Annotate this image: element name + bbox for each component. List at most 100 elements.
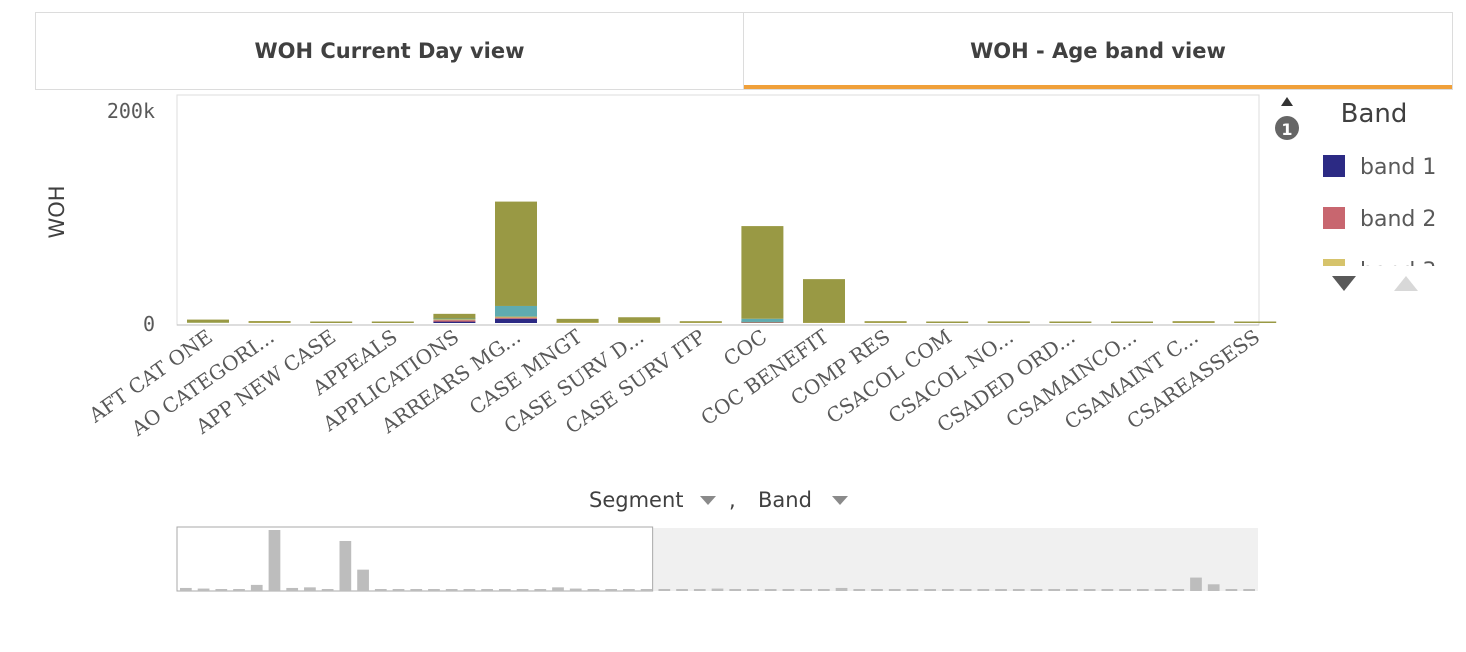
bar-segment[interactable] xyxy=(679,321,722,323)
plot-area xyxy=(176,94,1260,326)
overview-bar xyxy=(1172,589,1185,591)
overview-bar xyxy=(1225,589,1238,591)
bar-segment[interactable] xyxy=(1049,321,1092,324)
overview-bar xyxy=(658,589,671,591)
overview-bar xyxy=(640,589,653,591)
overview-bar xyxy=(995,589,1007,591)
bar-segment[interactable] xyxy=(433,313,476,319)
overview-bar xyxy=(835,587,848,591)
bar-segment[interactable] xyxy=(495,305,537,317)
bar-segment[interactable] xyxy=(741,226,784,319)
overview-bar xyxy=(906,589,919,591)
bar-segment[interactable] xyxy=(864,321,907,323)
overview-bar xyxy=(817,589,830,591)
overview-bar xyxy=(1207,584,1220,591)
overview-bar xyxy=(1190,577,1202,591)
overview-bar xyxy=(1136,589,1149,591)
band-dropdown-icon[interactable] xyxy=(832,496,848,505)
overview-bar xyxy=(392,589,405,591)
overview-bar xyxy=(498,589,511,591)
overview-bar xyxy=(428,589,440,591)
overview-bar xyxy=(1101,589,1114,591)
overview-bar xyxy=(1154,589,1167,591)
legend-scroll-up-arrow-icon[interactable] xyxy=(1394,276,1418,291)
bar-segment[interactable] xyxy=(987,321,1030,323)
bar-segment[interactable] xyxy=(310,321,353,324)
overview-bar xyxy=(1066,589,1078,591)
scrollbar-window[interactable] xyxy=(176,526,654,592)
overview-bar xyxy=(747,589,759,591)
legend-swatch xyxy=(1323,207,1345,229)
bar-segment[interactable] xyxy=(248,321,291,323)
bar-segment[interactable] xyxy=(371,321,414,324)
legend-item-label[interactable]: band 2 xyxy=(1360,207,1436,232)
y-tick-label: 200k xyxy=(107,99,155,123)
overview-bar xyxy=(959,589,972,591)
overview-bar xyxy=(1048,589,1061,591)
overview-bar xyxy=(800,589,812,591)
overview-bar xyxy=(888,589,901,591)
bar-segment[interactable] xyxy=(556,318,599,323)
overview-bar xyxy=(623,589,635,591)
overview-bar xyxy=(1119,589,1131,591)
overview-bar xyxy=(764,589,777,591)
overview-bar xyxy=(1012,589,1025,591)
legend-title: Band xyxy=(1341,99,1408,129)
y-axis-title: WOH xyxy=(45,185,69,238)
legend-scroll-up-icon[interactable] xyxy=(1281,97,1293,106)
segment-dropdown-icon[interactable] xyxy=(700,496,716,505)
overview-bar xyxy=(552,587,564,591)
overview-bar xyxy=(250,584,263,591)
overview-bar xyxy=(534,589,547,591)
overview-bar xyxy=(853,589,866,591)
overview-bar xyxy=(1243,589,1255,591)
overview-bar xyxy=(321,589,334,591)
overview-bar xyxy=(445,589,458,591)
overview-bar xyxy=(268,530,281,591)
overview-bar xyxy=(304,587,316,591)
overview-bar xyxy=(374,589,387,591)
overview-bar xyxy=(977,589,990,591)
overview-bar xyxy=(516,589,529,591)
bar-segment[interactable] xyxy=(926,321,969,324)
legend-item-label[interactable]: band 1 xyxy=(1360,155,1436,180)
bar-segment[interactable] xyxy=(1172,321,1215,323)
dimension-selector-segment[interactable]: Segment xyxy=(589,488,684,512)
bar-segment[interactable] xyxy=(741,318,784,322)
bar-segment[interactable] xyxy=(1234,321,1277,324)
dimension-separator: , xyxy=(729,488,736,512)
bar-segment[interactable] xyxy=(433,320,476,322)
overview-bar xyxy=(729,589,742,591)
overview-bar xyxy=(357,569,369,591)
legend-scroll-down-icon[interactable] xyxy=(1332,276,1356,291)
overview-bar xyxy=(197,588,210,591)
overview-bar xyxy=(410,589,423,591)
overview-bar xyxy=(711,588,724,591)
overview-bar xyxy=(286,587,299,591)
bar-segment[interactable] xyxy=(433,321,476,324)
overview-bar xyxy=(1030,589,1043,591)
overview-bar xyxy=(569,588,582,591)
overview-bar xyxy=(676,589,688,591)
overview-bar xyxy=(1083,589,1096,591)
dimension-selector-band[interactable]: Band xyxy=(758,488,812,512)
bar-segment[interactable] xyxy=(187,319,229,323)
overview-bar xyxy=(481,589,493,591)
bar-segment[interactable] xyxy=(618,317,661,323)
overview-bar xyxy=(782,589,795,591)
bar-segment[interactable] xyxy=(495,318,537,323)
chart-page: WOH Current Day view WOH - Age band view… xyxy=(0,0,1466,652)
y-tick-label: 0 xyxy=(143,312,155,336)
overview-bar xyxy=(233,589,245,591)
bar-segment[interactable] xyxy=(1111,321,1153,324)
overview-bar xyxy=(180,587,192,591)
overview-bar xyxy=(924,589,937,591)
overview-bar xyxy=(463,589,476,591)
bar-segment[interactable] xyxy=(803,279,845,323)
overview-bar xyxy=(215,589,228,591)
legend-item-label[interactable]: band 3 xyxy=(1360,259,1436,284)
overview-bar xyxy=(605,589,618,591)
legend-page-number: 1 xyxy=(1281,120,1292,139)
bar-segment[interactable] xyxy=(495,201,537,306)
overview-bar xyxy=(871,589,883,591)
